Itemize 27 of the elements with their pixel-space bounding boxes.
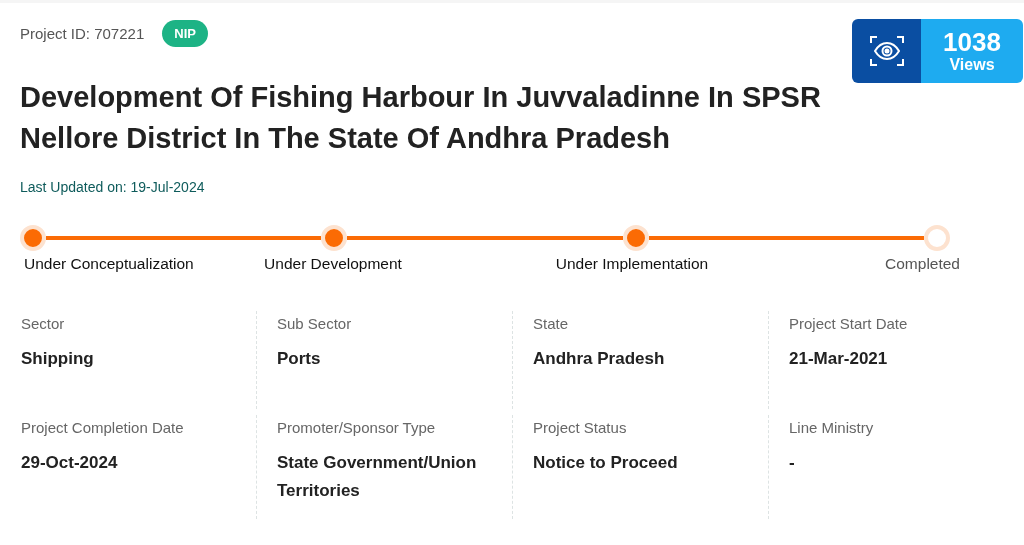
views-label: Views <box>949 56 995 74</box>
view-count: 1038 <box>943 28 1001 56</box>
stage-label: Under Implementation <box>555 255 709 273</box>
stage-label: Under Development <box>264 255 402 273</box>
detail-label: Line Ministry <box>789 419 875 436</box>
detail-label: Promoter/Sponsor Type <box>277 419 437 436</box>
detail-label: Project Completion Date <box>21 419 185 436</box>
detail-value: 21-Mar-2021 <box>789 348 889 370</box>
stage-label: Completed <box>885 255 960 273</box>
detail-value: 29-Oct-2024 <box>21 452 119 474</box>
project-id: Project ID: 707221 <box>20 25 145 42</box>
eye-icon <box>868 35 905 67</box>
detail-label: Sub Sector <box>277 315 353 332</box>
detail-value: - <box>789 452 796 474</box>
detail-value: Ports <box>277 348 322 370</box>
detail-value: Andhra Pradesh <box>533 348 666 370</box>
detail-value: Shipping <box>21 348 95 370</box>
last-updated: Last Updated on: 19-Jul-2024 <box>20 179 206 195</box>
detail-label: Project Status <box>533 419 628 436</box>
stage-label: Under Conceptualization <box>24 255 194 273</box>
detail-label: State <box>533 315 570 332</box>
tag: NIP <box>162 20 208 47</box>
detail-label: Project Start Date <box>789 315 909 332</box>
project-title: Development Of Fishing Harbour In Juvvaladinne In SPSR Nellore District In The State Of Andhra Pradesh <box>20 80 822 156</box>
detail-value: State Government/Union Territories <box>277 452 478 502</box>
detail-value: Notice to Proceed <box>533 452 679 474</box>
detail-label: Sector <box>21 315 66 332</box>
